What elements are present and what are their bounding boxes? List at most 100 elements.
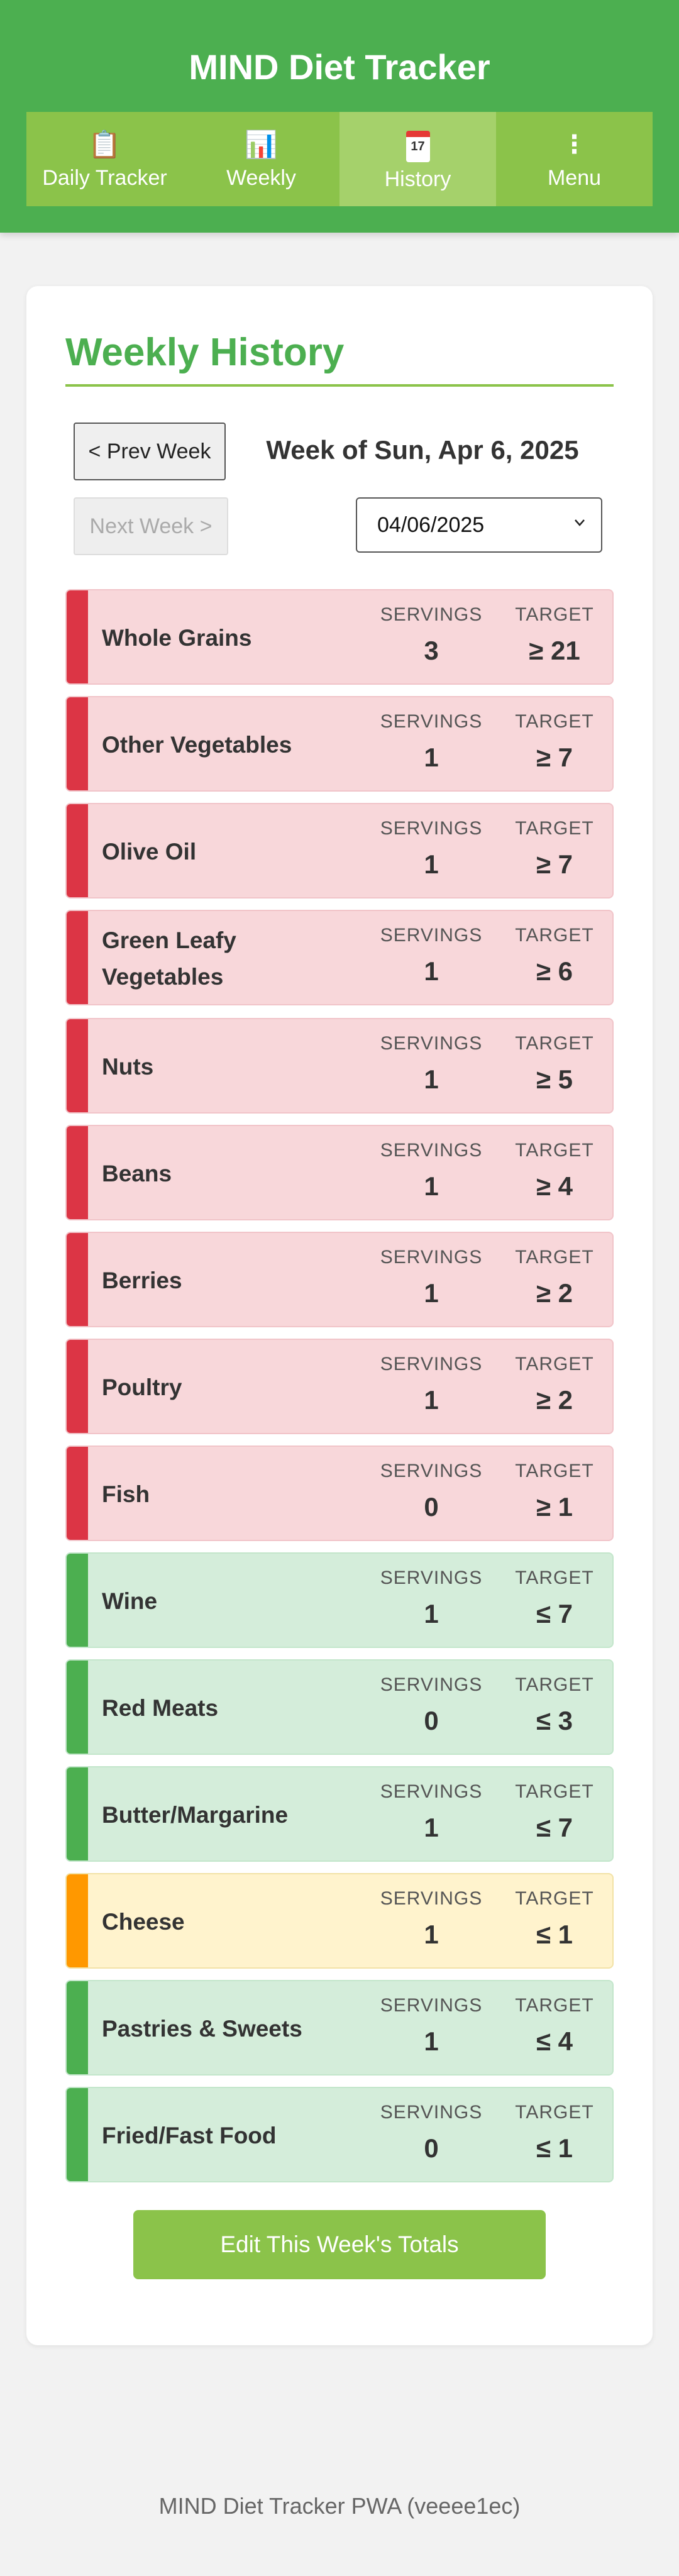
target-value: ≥ 7 (536, 743, 573, 772)
food-group-row: Wine SERVINGS 1 TARGET ≤ 7 (65, 1552, 614, 1648)
week-label: Week of Sun, Apr 6, 2025 (266, 435, 579, 465)
food-group-name: Wine (102, 1588, 158, 1614)
title-divider (65, 384, 614, 387)
clipboard-icon: 📋 (88, 129, 121, 159)
page-title: Weekly History (65, 331, 345, 374)
food-group-name: Nuts (102, 1054, 154, 1080)
weekly-history-card: Weekly History < Prev Week Week of Sun, … (26, 286, 653, 2345)
food-group-name: Poultry (102, 1374, 182, 1400)
target-label: TARGET (515, 1033, 594, 1054)
nav-tab-label: Weekly (226, 165, 296, 190)
target-label: TARGET (515, 1888, 594, 1909)
status-indicator (67, 1874, 88, 1967)
servings-label: SERVINGS (380, 1781, 483, 1802)
servings-label: SERVINGS (380, 818, 483, 839)
status-indicator (67, 1554, 88, 1647)
food-group-name: Other Vegetables (102, 732, 292, 758)
servings-value: 1 (424, 956, 439, 986)
food-group-row: Red Meats SERVINGS 0 TARGET ≤ 3 (65, 1659, 614, 1755)
food-group-row: Butter/Margarine SERVINGS 1 TARGET ≤ 7 (65, 1766, 614, 1862)
servings-value: 1 (424, 849, 439, 879)
target-value: ≥ 21 (529, 636, 580, 665)
food-group-row: Pastries & Sweets SERVINGS 1 TARGET ≤ 4 (65, 1980, 614, 2076)
servings-label: SERVINGS (380, 1888, 483, 1909)
status-indicator (67, 1019, 88, 1112)
food-group-name: Fish (102, 1481, 150, 1507)
footer-version: MIND Diet Tracker PWA (veeee1ec) (158, 2493, 521, 2519)
nav-tab-label: History (384, 167, 451, 191)
servings-value: 1 (424, 1171, 439, 1201)
status-indicator (67, 697, 88, 790)
target-value: ≥ 1 (536, 1492, 573, 1522)
servings-value: 1 (424, 1278, 439, 1308)
target-value: ≥ 5 (536, 1064, 573, 1094)
food-group-row: Beans SERVINGS 1 TARGET ≥ 4 (65, 1125, 614, 1220)
status-indicator (67, 1767, 88, 1860)
target-label: TARGET (515, 818, 594, 839)
target-label: TARGET (515, 711, 594, 732)
food-group-name: Green Leafy Vegetables (102, 927, 236, 990)
servings-value: 1 (424, 1064, 439, 1094)
target-label: TARGET (515, 1461, 594, 1481)
nav-tab-weekly[interactable]: 📊 Weekly (183, 112, 340, 206)
servings-label: SERVINGS (380, 1567, 483, 1588)
food-group-row: Fish SERVINGS 0 TARGET ≥ 1 (65, 1446, 614, 1541)
target-label: TARGET (515, 1995, 594, 2016)
target-value: ≥ 2 (536, 1385, 573, 1415)
target-value: ≤ 7 (536, 1599, 573, 1628)
target-value: ≥ 7 (536, 849, 573, 879)
next-week-button[interactable]: Next Week > (74, 497, 228, 555)
nav-tab-menu[interactable]: ⋮ Menu (496, 112, 653, 206)
calendar-icon: 17 (406, 130, 430, 162)
chevron-down-icon (575, 519, 585, 526)
target-value: ≥ 6 (536, 956, 573, 986)
status-indicator (67, 804, 88, 897)
app-header: MIND Diet Tracker 📋 Daily Tracker 📊 Week… (0, 0, 679, 233)
food-group-name: Red Meats (102, 1695, 219, 1721)
target-label: TARGET (515, 1140, 594, 1161)
food-group-row: Green Leafy Vegetables SERVINGS 1 TARGET ≥… (65, 910, 614, 1005)
servings-value: 1 (424, 1920, 439, 1949)
target-value: ≤ 3 (536, 1706, 573, 1735)
servings-label: SERVINGS (380, 711, 483, 732)
servings-value: 3 (424, 636, 439, 665)
week-date-select[interactable]: 04/06/2025 (356, 497, 602, 553)
servings-label: SERVINGS (380, 2102, 483, 2123)
nav-tab-label: Daily Tracker (42, 165, 167, 190)
status-indicator (67, 1661, 88, 1754)
servings-value: 0 (424, 1492, 439, 1522)
servings-label: SERVINGS (380, 1995, 483, 2016)
target-label: TARGET (515, 1567, 594, 1588)
servings-label: SERVINGS (380, 1354, 483, 1374)
food-group-name: Cheese (102, 1909, 185, 1935)
target-label: TARGET (515, 2102, 594, 2123)
food-group-row: Berries SERVINGS 1 TARGET ≥ 2 (65, 1232, 614, 1327)
target-value: ≥ 4 (536, 1171, 573, 1201)
servings-value: 0 (424, 1706, 439, 1735)
food-group-row: Nuts SERVINGS 1 TARGET ≥ 5 (65, 1018, 614, 1114)
target-label: TARGET (515, 1674, 594, 1695)
nav-tab-daily-tracker[interactable]: 📋 Daily Tracker (26, 112, 183, 206)
prev-week-button[interactable]: < Prev Week (74, 423, 226, 480)
servings-value: 1 (424, 1599, 439, 1628)
servings-label: SERVINGS (380, 1461, 483, 1481)
food-group-row: Cheese SERVINGS 1 TARGET ≤ 1 (65, 1873, 614, 1969)
status-indicator (67, 1126, 88, 1219)
target-value: ≤ 1 (536, 2133, 573, 2163)
target-label: TARGET (515, 1781, 594, 1802)
servings-label: SERVINGS (380, 1140, 483, 1161)
edit-week-totals-button[interactable]: Edit This Week's Totals (133, 2210, 546, 2279)
food-group-name: Butter/Margarine (102, 1802, 289, 1828)
food-group-name: Olive Oil (102, 839, 197, 865)
status-indicator (67, 1981, 88, 2074)
nav-tab-history[interactable]: 17 History (340, 112, 496, 206)
food-group-name: Fried/Fast Food (102, 2123, 277, 2148)
food-group-row: Other Vegetables SERVINGS 1 TARGET ≥ 7 (65, 696, 614, 792)
servings-value: 0 (424, 2133, 439, 2163)
servings-label: SERVINGS (380, 604, 483, 625)
servings-value: 1 (424, 1385, 439, 1415)
status-indicator (67, 590, 88, 683)
status-indicator (67, 911, 88, 1004)
target-label: TARGET (515, 925, 594, 946)
food-group-name: Beans (102, 1161, 172, 1186)
